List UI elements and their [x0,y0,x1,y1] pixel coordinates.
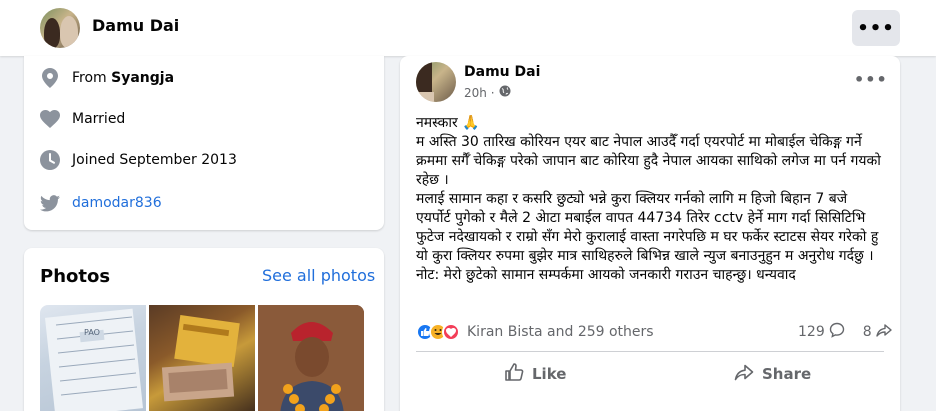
love-reaction-icon [442,323,460,341]
share-label: Share [762,365,812,383]
post-reactions[interactable]: Kiran Bista and 259 others [416,322,654,342]
globe-icon [499,85,511,100]
heart-icon [40,109,60,129]
intro-twitter-row: damodar836 [40,191,162,215]
post-engagement-counts: 129 8 [798,322,892,342]
post-card: Damu Dai 20h · ••• नमस्कार 🙏 म अस्ति 30 … [400,56,900,411]
post-paragraph: नमस्कार 🙏 [416,115,480,131]
photo-thumbnail-receipt[interactable]: PAO [40,305,146,411]
post-text: नमस्कार 🙏 म अस्ति 30 तारिख कोरियन एयर बा… [416,114,886,285]
share-icon [875,322,892,342]
comment-icon [829,322,845,342]
intro-relationship: Married [72,111,126,127]
like-button[interactable]: Like [504,358,566,390]
more-icon: ••• [857,17,895,39]
post-paragraph: नोट: मेरो छुटेको सामान सम्पर्कमा आयको जन… [416,267,796,283]
intro-joined-row: Joined September 2013 [40,148,237,172]
intro-joined: Joined September 2013 [72,152,237,168]
share-icon [734,362,754,386]
like-label: Like [532,365,567,383]
post-paragraph: मलाई सामान कहा र कसरि छुट्यो भन्ने कुरा … [416,191,879,264]
photo-thumbnail-envelope[interactable] [149,305,255,411]
thumbs-up-icon [504,362,524,386]
share-button[interactable]: Share [734,358,811,390]
intro-from-prefix: From [72,70,112,86]
profile-name[interactable]: Damu Dai [92,16,179,35]
photos-title[interactable]: Photos [40,266,110,287]
post-paragraph: म अस्ति 30 तारिख कोरियन एयर बाट नेपाल आउ… [416,134,881,188]
comments-count[interactable]: 129 [798,324,825,340]
post-more-button[interactable]: ••• [854,70,888,89]
photos-card: Photos See all photos PAO [24,248,384,411]
intro-card: From Syangja Married Joined September 20… [24,56,384,230]
profile-header-bar: Damu Dai ••• [0,0,936,56]
post-time-text: 20h · [464,85,495,100]
intro-from-row: From Syangja [40,66,174,90]
post-author-name[interactable]: Damu Dai [464,64,540,80]
intro-relationship-row: Married [40,107,125,131]
profile-avatar[interactable] [40,8,80,48]
post-timestamp[interactable]: 20h · [464,85,511,100]
photo-thumbnail-portrait[interactable] [258,305,364,411]
location-pin-icon [40,68,60,88]
intro-from-place[interactable]: Syangja [111,70,174,86]
twitter-icon [40,193,60,213]
reactions-summary[interactable]: Kiran Bista and 259 others [467,324,654,340]
photo-receipt-text: PAO [84,328,100,337]
intro-twitter-link[interactable]: damodar836 [72,195,162,211]
post-author-avatar[interactable] [416,62,456,102]
post-actions-divider [416,351,884,352]
profile-more-button[interactable]: ••• [852,10,900,46]
shares-count[interactable]: 8 [863,324,872,340]
see-all-photos-link[interactable]: See all photos [262,266,375,285]
clock-icon [40,150,60,170]
